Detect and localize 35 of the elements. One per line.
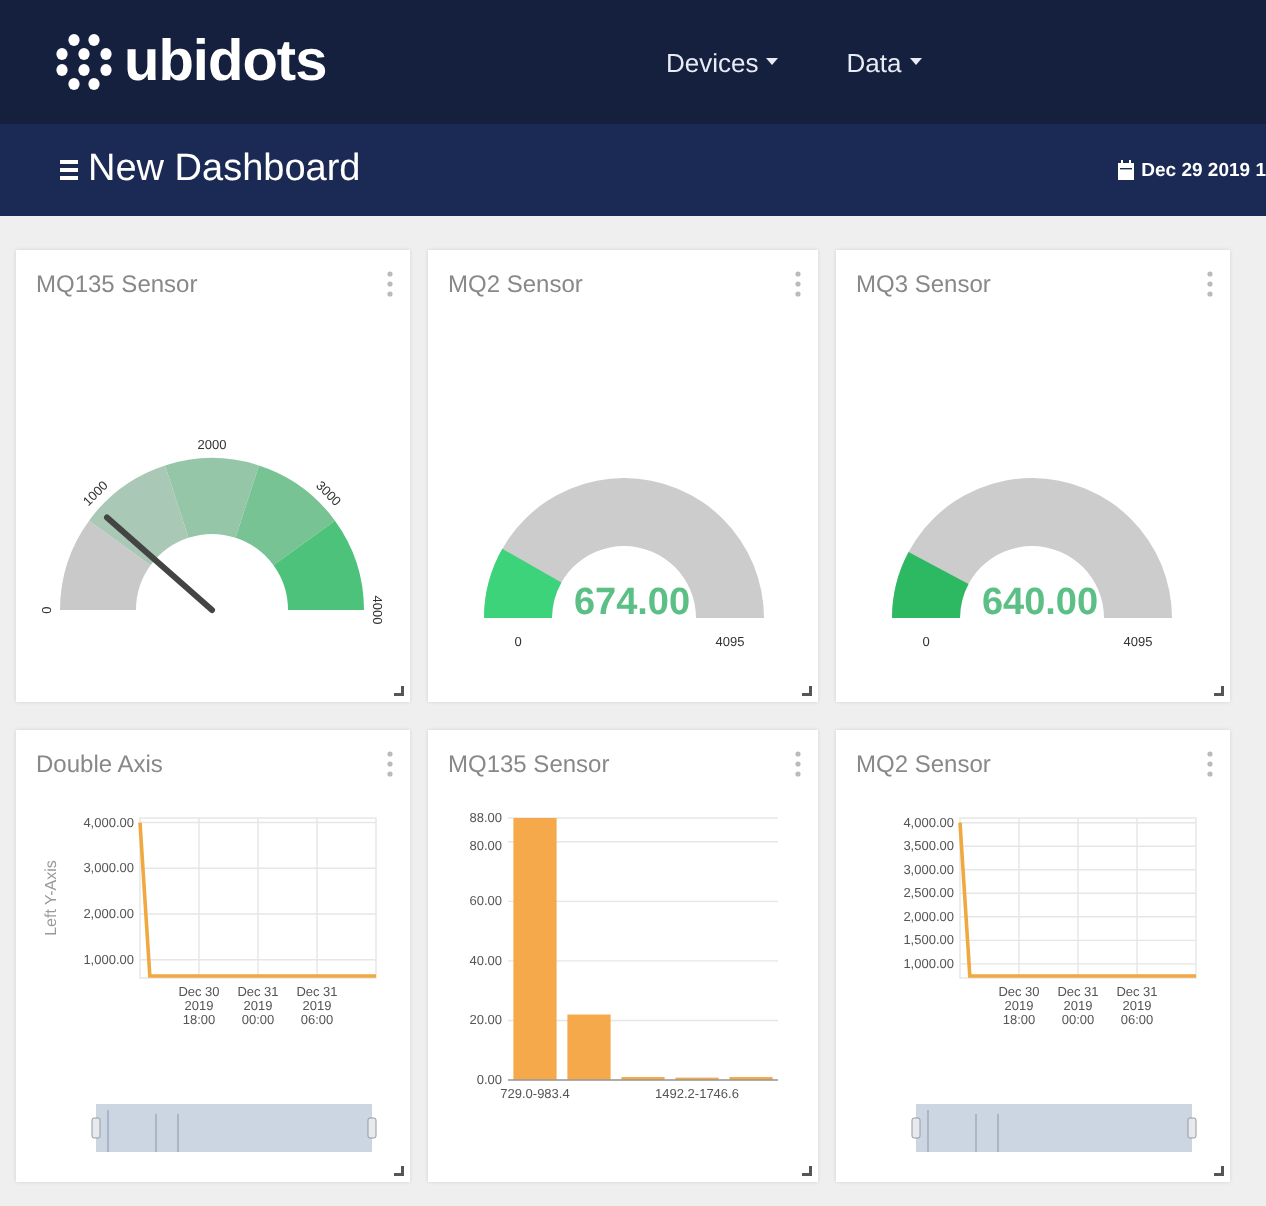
more-options-button[interactable] — [794, 270, 802, 298]
range-navigator[interactable] — [911, 1104, 1197, 1153]
widget-title: MQ135 Sensor — [448, 750, 610, 778]
bar — [567, 1014, 611, 1080]
more-options-button[interactable] — [386, 750, 394, 778]
dashboard-title: New Dashboard — [88, 148, 361, 192]
date-range-button[interactable]: Dec 29 2019 1 — [1117, 155, 1266, 185]
widget-title: MQ2 Sensor — [448, 270, 583, 298]
logo-text: ubidots — [124, 29, 327, 95]
range-navigator[interactable] — [91, 1104, 377, 1153]
widget-title: MQ2 Sensor — [856, 750, 991, 778]
nav-menu-item[interactable]: Devices — [666, 43, 779, 81]
gauge-needle — [104, 514, 215, 613]
caret-icon — [766, 58, 779, 66]
gauge-value: 640.00 — [981, 582, 1099, 624]
caret-icon — [909, 58, 922, 66]
more-options-button[interactable] — [386, 270, 394, 298]
more-options-button[interactable] — [1206, 750, 1214, 778]
resize-handle-icon[interactable] — [802, 686, 812, 696]
more-options-button[interactable] — [794, 750, 802, 778]
widget-title: MQ135 Sensor — [36, 270, 198, 298]
gauge-value: 674.00 — [573, 582, 691, 624]
resize-handle-icon[interactable] — [1214, 686, 1224, 696]
resize-handle-icon[interactable] — [394, 1166, 404, 1176]
resize-handle-icon[interactable] — [1214, 1166, 1224, 1176]
more-options-button[interactable] — [1206, 270, 1214, 298]
logo-icon — [56, 34, 112, 90]
axis-title: Left Y-Axis — [42, 860, 60, 936]
nav-menu-item[interactable]: Data — [846, 43, 922, 81]
widget-title: MQ3 Sensor — [856, 270, 991, 298]
menu-icon[interactable] — [60, 160, 78, 180]
resize-handle-icon[interactable] — [394, 686, 404, 696]
calendar-icon — [1117, 160, 1134, 180]
resize-handle-icon[interactable] — [802, 1166, 812, 1176]
widget-title: Double Axis — [36, 750, 163, 778]
